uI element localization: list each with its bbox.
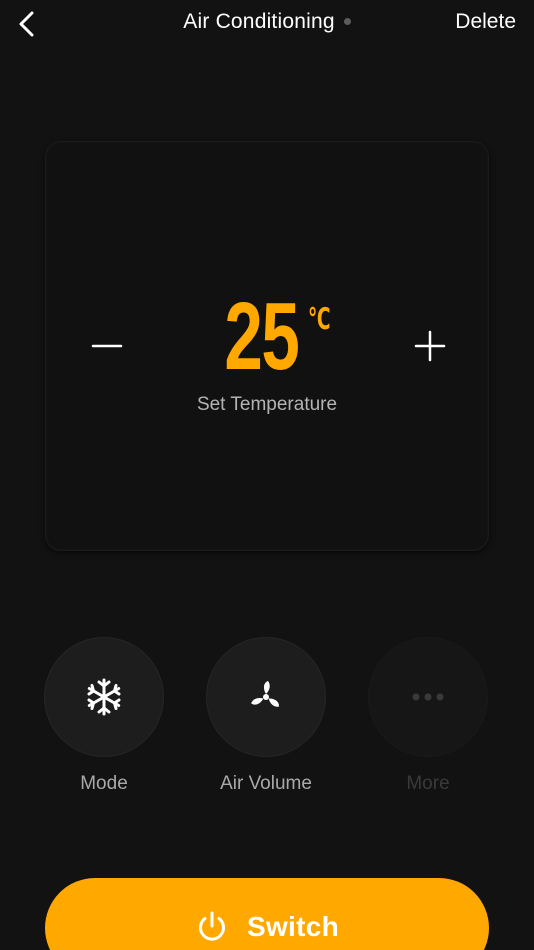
temperature-value: 25 bbox=[223, 283, 299, 390]
temperature-unit: ℃ bbox=[308, 303, 331, 336]
more-label: More bbox=[406, 773, 450, 794]
delete-button[interactable]: Delete bbox=[455, 10, 516, 34]
air-volume-label: Air Volume bbox=[220, 773, 312, 794]
snowflake-icon bbox=[87, 678, 121, 716]
more-dots-icon bbox=[412, 693, 444, 701]
temperature-label: Set Temperature bbox=[196, 394, 338, 415]
mode-label: Mode bbox=[80, 773, 128, 794]
connection-status-dot bbox=[343, 18, 351, 26]
mode-button[interactable] bbox=[44, 637, 164, 757]
switch-inner: Switch bbox=[195, 910, 339, 944]
title-wrap: Air Conditioning bbox=[0, 10, 534, 36]
fan-icon bbox=[251, 681, 279, 707]
power-icon bbox=[198, 911, 225, 941]
switch-label: Switch bbox=[246, 911, 340, 942]
temperature-card: 25 ℃ Set Temperature bbox=[45, 141, 489, 551]
mode-control: Mode bbox=[44, 637, 164, 795]
page-title: Air Conditioning bbox=[183, 10, 335, 33]
air-volume-button[interactable] bbox=[206, 637, 326, 757]
plus-icon bbox=[414, 330, 446, 362]
header: Air Conditioning Delete bbox=[0, 0, 534, 48]
air-volume-control: Air Volume bbox=[206, 637, 326, 795]
more-control: More bbox=[368, 637, 488, 795]
more-button[interactable] bbox=[368, 637, 488, 757]
air-conditioning-screen: Air Conditioning Delete 25 ℃ Set Tempera… bbox=[0, 0, 534, 950]
power-switch-button[interactable]: Switch bbox=[45, 878, 489, 950]
increase-temperature-button[interactable] bbox=[412, 328, 448, 364]
